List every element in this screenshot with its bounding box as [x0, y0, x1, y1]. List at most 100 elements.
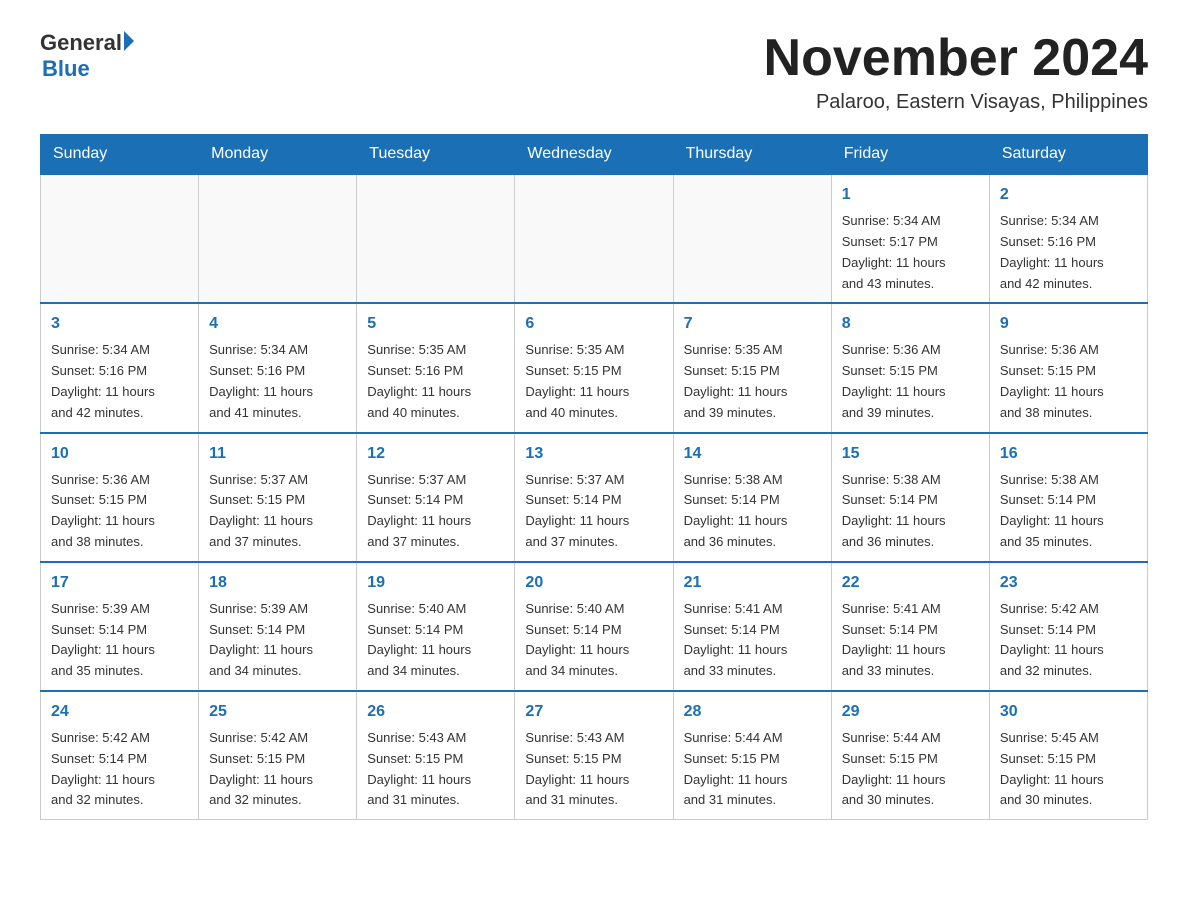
day-number: 10	[51, 442, 188, 466]
day-number: 16	[1000, 442, 1137, 466]
day-info: Sunrise: 5:36 AMSunset: 5:15 PMDaylight:…	[842, 340, 979, 423]
column-header-monday: Monday	[199, 135, 357, 175]
title-section: November 2024 Palaroo, Eastern Visayas, …	[764, 30, 1148, 114]
day-number: 15	[842, 442, 979, 466]
day-info: Sunrise: 5:34 AMSunset: 5:16 PMDaylight:…	[209, 340, 346, 423]
column-header-wednesday: Wednesday	[515, 135, 673, 175]
day-number: 17	[51, 571, 188, 595]
calendar-cell: 16 Sunrise: 5:38 AMSunset: 5:14 PMDayligh…	[989, 433, 1147, 562]
calendar-cell: 10 Sunrise: 5:36 AMSunset: 5:15 PMDayligh…	[41, 433, 199, 562]
calendar-cell: 27 Sunrise: 5:43 AMSunset: 5:15 PMDayligh…	[515, 691, 673, 820]
calendar-cell: 3 Sunrise: 5:34 AMSunset: 5:16 PMDaylight…	[41, 303, 199, 432]
day-number: 3	[51, 312, 188, 336]
day-number: 9	[1000, 312, 1137, 336]
column-header-thursday: Thursday	[673, 135, 831, 175]
day-number: 2	[1000, 183, 1137, 207]
calendar-cell: 13Sunrise: 5:37 AMSunset: 5:14 PMDayligh…	[515, 433, 673, 562]
calendar-cell: 29Sunrise: 5:44 AMSunset: 5:15 PMDayligh…	[831, 691, 989, 820]
location-subtitle: Palaroo, Eastern Visayas, Philippines	[764, 91, 1148, 114]
calendar-cell: 6 Sunrise: 5:35 AMSunset: 5:15 PMDaylight…	[515, 303, 673, 432]
calendar-cell: 12 Sunrise: 5:37 AMSunset: 5:14 PMDayligh…	[357, 433, 515, 562]
calendar-cell	[673, 174, 831, 303]
calendar-cell: 1 Sunrise: 5:34 AMSunset: 5:17 PMDaylight…	[831, 174, 989, 303]
calendar-cell: 18 Sunrise: 5:39 AMSunset: 5:14 PMDayligh…	[199, 562, 357, 691]
day-info: Sunrise: 5:34 AMSunset: 5:17 PMDaylight:…	[842, 211, 979, 294]
day-info: Sunrise: 5:38 AMSunset: 5:14 PMDaylight:…	[842, 470, 979, 553]
calendar-cell: 5 Sunrise: 5:35 AMSunset: 5:16 PMDaylight…	[357, 303, 515, 432]
day-info: Sunrise: 5:34 AMSunset: 5:16 PMDaylight:…	[51, 340, 188, 423]
day-number: 28	[684, 700, 821, 724]
logo-general-text: General	[40, 30, 122, 56]
day-number: 22	[842, 571, 979, 595]
day-info: Sunrise: 5:40 AMSunset: 5:14 PMDaylight:…	[525, 599, 662, 682]
day-number: 30	[1000, 700, 1137, 724]
week-row-4: 17 Sunrise: 5:39 AMSunset: 5:14 PMDayligh…	[41, 562, 1148, 691]
week-row-1: 1 Sunrise: 5:34 AMSunset: 5:17 PMDaylight…	[41, 174, 1148, 303]
calendar-table: SundayMondayTuesdayWednesdayThursdayFrid…	[40, 134, 1148, 820]
logo-blue-text: Blue	[42, 56, 90, 82]
day-info: Sunrise: 5:40 AMSunset: 5:14 PMDaylight:…	[367, 599, 504, 682]
calendar-cell: 8Sunrise: 5:36 AMSunset: 5:15 PMDaylight…	[831, 303, 989, 432]
day-number: 4	[209, 312, 346, 336]
calendar-cell: 30 Sunrise: 5:45 AMSunset: 5:15 PMDayligh…	[989, 691, 1147, 820]
calendar-cell: 2 Sunrise: 5:34 AMSunset: 5:16 PMDaylight…	[989, 174, 1147, 303]
day-info: Sunrise: 5:37 AMSunset: 5:15 PMDaylight:…	[209, 470, 346, 553]
calendar-cell: 25 Sunrise: 5:42 AMSunset: 5:15 PMDayligh…	[199, 691, 357, 820]
week-row-3: 10 Sunrise: 5:36 AMSunset: 5:15 PMDayligh…	[41, 433, 1148, 562]
day-info: Sunrise: 5:41 AMSunset: 5:14 PMDaylight:…	[684, 599, 821, 682]
week-row-5: 24 Sunrise: 5:42 AMSunset: 5:14 PMDayligh…	[41, 691, 1148, 820]
day-info: Sunrise: 5:35 AMSunset: 5:16 PMDaylight:…	[367, 340, 504, 423]
calendar-cell	[515, 174, 673, 303]
calendar-header-row: SundayMondayTuesdayWednesdayThursdayFrid…	[41, 135, 1148, 175]
calendar-cell: 19 Sunrise: 5:40 AMSunset: 5:14 PMDayligh…	[357, 562, 515, 691]
month-title: November 2024	[764, 30, 1148, 87]
calendar-cell: 20 Sunrise: 5:40 AMSunset: 5:14 PMDayligh…	[515, 562, 673, 691]
calendar-cell: 4 Sunrise: 5:34 AMSunset: 5:16 PMDaylight…	[199, 303, 357, 432]
day-info: Sunrise: 5:44 AMSunset: 5:15 PMDaylight:…	[684, 728, 821, 811]
day-number: 18	[209, 571, 346, 595]
calendar-cell: 11 Sunrise: 5:37 AMSunset: 5:15 PMDayligh…	[199, 433, 357, 562]
day-number: 12	[367, 442, 504, 466]
day-number: 1	[842, 183, 979, 207]
day-number: 11	[209, 442, 346, 466]
day-number: 19	[367, 571, 504, 595]
day-info: Sunrise: 5:39 AMSunset: 5:14 PMDaylight:…	[209, 599, 346, 682]
day-number: 6	[525, 312, 662, 336]
column-header-tuesday: Tuesday	[357, 135, 515, 175]
calendar-cell: 7Sunrise: 5:35 AMSunset: 5:15 PMDaylight…	[673, 303, 831, 432]
day-number: 25	[209, 700, 346, 724]
calendar-cell: 22 Sunrise: 5:41 AMSunset: 5:14 PMDayligh…	[831, 562, 989, 691]
day-number: 5	[367, 312, 504, 336]
day-info: Sunrise: 5:44 AMSunset: 5:15 PMDaylight:…	[842, 728, 979, 811]
day-info: Sunrise: 5:35 AMSunset: 5:15 PMDaylight:…	[525, 340, 662, 423]
day-info: Sunrise: 5:34 AMSunset: 5:16 PMDaylight:…	[1000, 211, 1137, 294]
calendar-cell: 21 Sunrise: 5:41 AMSunset: 5:14 PMDayligh…	[673, 562, 831, 691]
day-info: Sunrise: 5:37 AMSunset: 5:14 PMDaylight:…	[367, 470, 504, 553]
calendar-cell: 28 Sunrise: 5:44 AMSunset: 5:15 PMDayligh…	[673, 691, 831, 820]
calendar-cell: 14Sunrise: 5:38 AMSunset: 5:14 PMDayligh…	[673, 433, 831, 562]
day-info: Sunrise: 5:36 AMSunset: 5:15 PMDaylight:…	[51, 470, 188, 553]
day-number: 20	[525, 571, 662, 595]
day-info: Sunrise: 5:43 AMSunset: 5:15 PMDaylight:…	[525, 728, 662, 811]
day-info: Sunrise: 5:39 AMSunset: 5:14 PMDaylight:…	[51, 599, 188, 682]
calendar-cell: 23 Sunrise: 5:42 AMSunset: 5:14 PMDayligh…	[989, 562, 1147, 691]
day-info: Sunrise: 5:38 AMSunset: 5:14 PMDaylight:…	[1000, 470, 1137, 553]
day-number: 27	[525, 700, 662, 724]
day-info: Sunrise: 5:41 AMSunset: 5:14 PMDaylight:…	[842, 599, 979, 682]
day-number: 24	[51, 700, 188, 724]
day-info: Sunrise: 5:36 AMSunset: 5:15 PMDaylight:…	[1000, 340, 1137, 423]
logo-arrow-icon	[124, 31, 134, 51]
day-number: 23	[1000, 571, 1137, 595]
day-info: Sunrise: 5:42 AMSunset: 5:14 PMDaylight:…	[1000, 599, 1137, 682]
day-info: Sunrise: 5:43 AMSunset: 5:15 PMDaylight:…	[367, 728, 504, 811]
calendar-cell: 9 Sunrise: 5:36 AMSunset: 5:15 PMDaylight…	[989, 303, 1147, 432]
day-info: Sunrise: 5:42 AMSunset: 5:14 PMDaylight:…	[51, 728, 188, 811]
column-header-friday: Friday	[831, 135, 989, 175]
day-number: 21	[684, 571, 821, 595]
page-header: General Blue November 2024 Palaroo, East…	[40, 30, 1148, 114]
day-info: Sunrise: 5:45 AMSunset: 5:15 PMDaylight:…	[1000, 728, 1137, 811]
day-info: Sunrise: 5:42 AMSunset: 5:15 PMDaylight:…	[209, 728, 346, 811]
day-number: 26	[367, 700, 504, 724]
day-number: 7	[684, 312, 821, 336]
calendar-cell: 26 Sunrise: 5:43 AMSunset: 5:15 PMDayligh…	[357, 691, 515, 820]
